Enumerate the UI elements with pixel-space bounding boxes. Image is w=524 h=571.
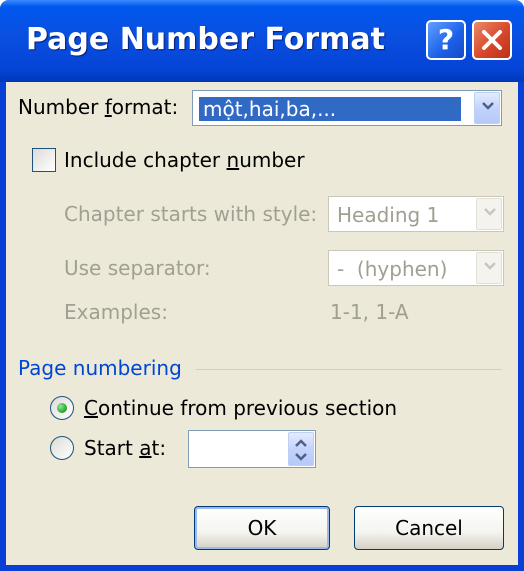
separator-dropdown-button[interactable]	[476, 252, 502, 284]
chevron-down-icon	[484, 208, 496, 216]
spinner-down-icon	[295, 453, 307, 461]
close-icon	[482, 30, 502, 50]
continue-from-previous-label[interactable]: Continue from previous section	[84, 396, 397, 420]
number-format-dropdown-button[interactable]	[474, 92, 500, 124]
separator-dropdown[interactable]: - (hyphen)	[328, 250, 504, 286]
include-chapter-number-label[interactable]: Include chapter number	[64, 148, 305, 172]
ok-button[interactable]: OK	[194, 506, 330, 550]
help-icon: ?	[437, 23, 455, 56]
page-numbering-group-label: Page numbering	[18, 356, 182, 380]
chapter-style-dropdown[interactable]: Heading 1	[328, 196, 504, 232]
help-button[interactable]: ?	[426, 20, 466, 60]
start-at-radio[interactable]	[50, 436, 74, 460]
spinner-up-icon	[295, 439, 307, 447]
start-at-label[interactable]: Start at:	[84, 436, 166, 460]
dialog-body: Number format: một,hai,ba,... Include ch…	[6, 82, 518, 565]
examples-value: 1-1, 1-A	[330, 300, 409, 324]
chevron-down-icon	[482, 102, 494, 110]
radio-selected-dot	[57, 403, 67, 413]
include-chapter-number-checkbox[interactable]	[32, 148, 56, 172]
start-at-spinner[interactable]	[188, 430, 316, 468]
separator-value: - (hyphen)	[337, 257, 448, 281]
group-divider	[196, 369, 502, 370]
cancel-button[interactable]: Cancel	[354, 506, 504, 550]
chapter-style-dropdown-button[interactable]	[476, 198, 502, 230]
title-bar[interactable]: Page Number Format ?	[0, 0, 524, 82]
examples-label: Examples:	[64, 300, 168, 324]
page-number-format-dialog: Page Number Format ? Number format: một,…	[0, 0, 524, 571]
spinner-buttons[interactable]	[288, 432, 314, 466]
number-format-label: Number format:	[18, 95, 179, 119]
dialog-title: Page Number Format	[26, 22, 386, 57]
continue-from-previous-radio[interactable]	[50, 396, 74, 420]
number-format-dropdown[interactable]: một,hai,ba,...	[192, 90, 502, 126]
use-separator-label: Use separator:	[64, 256, 211, 280]
chevron-down-icon	[484, 262, 496, 270]
close-button[interactable]	[472, 20, 512, 60]
number-format-value: một,hai,ba,...	[199, 97, 461, 121]
chapter-starts-with-style-label: Chapter starts with style:	[64, 202, 318, 226]
chapter-style-value: Heading 1	[337, 203, 440, 227]
